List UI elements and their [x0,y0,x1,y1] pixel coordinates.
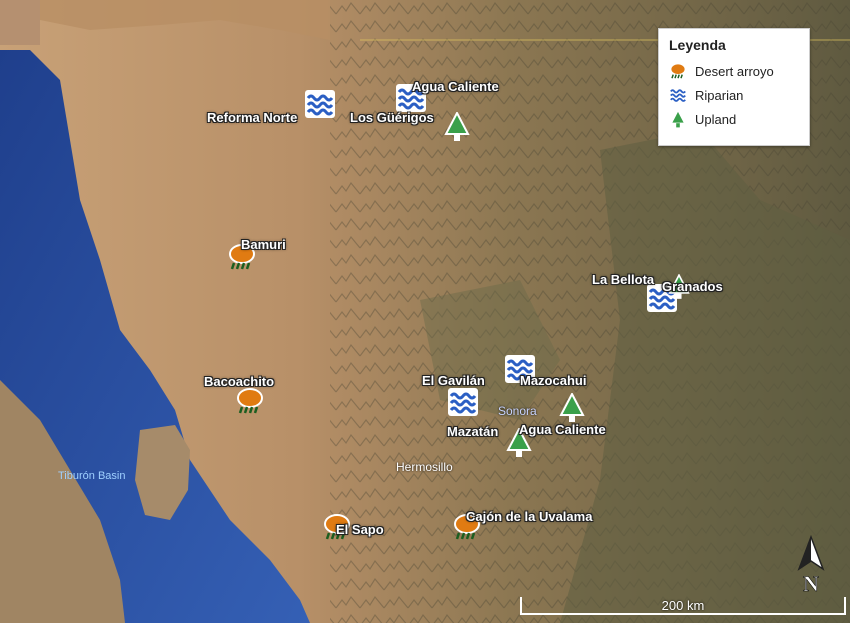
riparian-icon [305,90,335,118]
sonora-label: Sonora [498,404,537,418]
upland-icon [559,393,585,422]
site-label: Bacoachito [204,374,275,389]
legend-title: Leyenda [669,37,726,53]
site-label: El Sapo [336,522,384,537]
site-label: Bamuri [241,237,286,252]
map[interactable]: Hermosillo Sonora Tiburón Basin Reforma … [0,0,850,623]
legend: Leyenda Desert arroyo Riparian Upland [658,28,810,146]
riparian-icon [669,86,687,104]
legend-label: Upland [695,111,737,127]
place-tiburon-basin: Tiburón Basin [58,470,125,482]
upland-icon [444,112,470,141]
site-label: Granados [662,279,723,294]
hermosillo-label: Hermosillo [396,460,453,474]
scale-bar-label: 200 km [661,598,705,613]
site-label: Agua Caliente [519,422,606,437]
desert-arroyo-icon [237,388,263,414]
legend-label: Riparian [695,87,744,103]
site-label: El Gavilán [422,373,485,388]
legend-item-desert-arroyo: Desert arroyo [669,59,799,83]
riparian-icon [448,388,478,416]
site-label: Los Güérigos [350,110,434,125]
site-label: La Bellota [592,272,655,287]
legend-item-riparian: Riparian [669,83,799,107]
tiburon-label: Tiburón Basin [58,470,126,482]
site-label: Agua Caliente [412,79,499,94]
site-label: Mazocahui [520,373,587,388]
desert-arroyo-icon [670,63,686,79]
north-label: N [803,571,819,595]
legend-item-upland: Upland [669,107,799,131]
legend-label: Desert arroyo [695,63,774,79]
place-hermosillo: Hermosillo [396,460,453,474]
site-label: Reforma Norte [207,110,298,125]
site-label: Mazatán [447,424,499,439]
place-sonora: Sonora [498,404,537,418]
scale-bar: 200 km [520,597,846,615]
upland-icon [670,110,686,128]
site-label: Cajón de la Uvalama [466,509,593,524]
north-arrow-icon: N [797,535,825,595]
